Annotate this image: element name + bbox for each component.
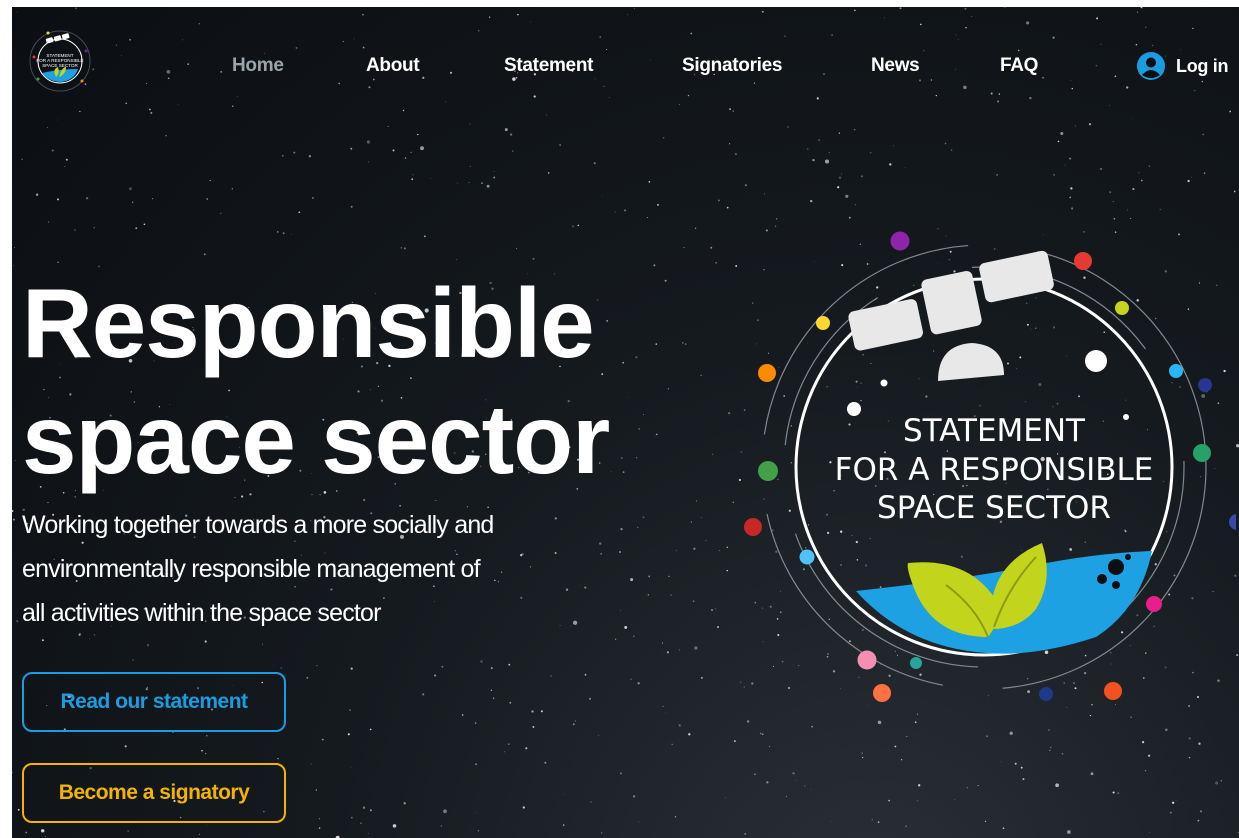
main-nav: Home About Statement Signatories News FA… [12,55,1239,79]
hero-subtitle-line-3: all activities within the space sector [22,599,381,627]
satellite-icon [848,250,1054,351]
login-button[interactable]: Log in [1136,51,1228,81]
become-signatory-button[interactable]: Become a signatory [22,763,286,823]
user-avatar-icon [1137,52,1165,80]
emblem-text-1: STATEMENT [903,413,1086,449]
hero-title-line-2: space sector [22,384,610,494]
hero-title-line-1: Responsible [22,268,595,378]
nav-faq[interactable]: FAQ [1000,55,1038,77]
hero-title: Responsible space sector [22,265,610,497]
nav-news[interactable]: News [871,55,920,77]
hero-subtitle-line-1: Working together towards a more socially… [22,511,494,539]
read-statement-button[interactable]: Read our statement [22,672,286,732]
hero-subtitle: Working together towards a more socially… [22,503,622,635]
nav-about[interactable]: About [366,55,420,77]
statement-emblem: STATEMENT FOR A RESPONSIBLE SPACE SECTOR [744,231,1236,702]
nav-home[interactable]: Home [232,55,284,77]
hero-section: STATEMENT FOR A RESPONSIBLE SPACE SECTOR… [12,7,1239,838]
emblem-text-3: SPACE SECTOR [877,490,1111,526]
hero-subtitle-line-2: environmentally responsible management o… [22,555,481,583]
nav-signatories[interactable]: Signatories [682,55,782,77]
emblem-text-2: FOR A RESPONSIBLE [835,452,1154,488]
login-label: Log in [1176,55,1229,76]
nav-statement[interactable]: Statement [504,55,593,77]
